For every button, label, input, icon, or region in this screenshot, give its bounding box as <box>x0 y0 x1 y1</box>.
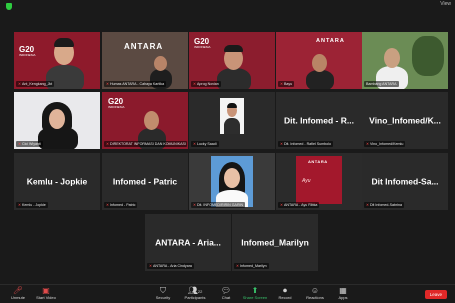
participant-display-name: Kemlu - Jopkie <box>26 176 88 186</box>
share-screen-icon: ⬆ <box>251 286 259 295</box>
reactions-button[interactable]: ☺ Reactions <box>300 286 330 300</box>
leave-button[interactable]: Leave <box>424 290 447 299</box>
unmute-button[interactable]: 🎤︎ Unmute <box>3 286 33 300</box>
apps-grid-icon: ▦ <box>339 286 347 295</box>
g20-logo: G20 INDONESIA <box>108 97 125 109</box>
video-off-icon: ▣ <box>42 286 50 295</box>
gallery-grid: G20 INDONESIA ✕Ant_Kengkang_Jkt ANTARA ✕H… <box>0 0 455 303</box>
participant-display-name: Infomed - Patric <box>112 176 178 186</box>
microphone-muted-icon: 🎤︎ <box>12 286 24 295</box>
participant-name: ✕Lucky Saadi <box>191 141 219 147</box>
participant-name: ✕Cici Wiyanti <box>16 141 43 147</box>
record-icon: ⏺ <box>283 286 287 295</box>
zoom-meeting-window: View G20 INDONESIA ✕Ant_Kengkang_Jkt ANTA… <box>0 0 455 303</box>
participant-name: ✕Dit. INFOMED/RIRIN GARIN <box>191 202 246 208</box>
participant-tile[interactable]: Dit. Infomed - R... ✕Dit. Infomed - Rafi… <box>276 92 362 149</box>
participant-tile[interactable]: ANTARA ✕Bayu <box>276 32 362 89</box>
participant-name: ✕DIREKTORAT INFORMASI DAN KOMUNIKASI <box>104 141 188 147</box>
participant-name: ✕ANTARA - Aria Cindyara <box>147 263 194 269</box>
participant-tile[interactable]: ✕Dit. INFOMED/RIRIN GARIN <box>189 153 275 210</box>
participant-name: ✕Kemlu - Jopkie <box>16 202 48 208</box>
participant-tile[interactable]: ✕Lucky Saadi <box>189 92 275 149</box>
participant-tile[interactable]: Infomed_Marilyn ✕Infomed_Marilyn <box>232 214 318 271</box>
participant-tile[interactable]: ANTARA - Aria... ✕ANTARA - Aria Cindyara <box>145 214 231 271</box>
chat-icon: 💬︎ <box>220 286 232 295</box>
participant-name: ✕Dit Infomed-Sabrina <box>364 202 404 208</box>
participant-name: Bambang ANTARA <box>364 81 399 87</box>
antara-logo: ANTARA <box>124 42 164 51</box>
participant-tile[interactable]: G20 INDONESIA ✕DIREKTORAT INFORMASI DAN K… <box>102 92 188 149</box>
smiley-icon: ☺ <box>310 286 320 295</box>
chat-button[interactable]: 💬︎ Chat <box>211 286 241 300</box>
participant-tile[interactable]: Infomed - Patric ✕Infomed - Patric <box>102 153 188 210</box>
g20-logo: G20 INDONESIA <box>194 37 211 49</box>
participant-name: ✕Dit. Infomed - Rafiel Sumbolo <box>278 141 333 147</box>
security-button[interactable]: ⛉ Security <box>148 286 178 300</box>
participants-button[interactable]: 👥︎22 Participants <box>180 286 210 300</box>
participants-count: 22 <box>197 289 203 294</box>
participant-name: ✕Infomed - Patric <box>104 202 138 208</box>
record-button[interactable]: ⏺ Record <box>270 286 300 300</box>
participant-photo <box>211 156 253 207</box>
participant-tile[interactable]: ANTARA ✕Humas ANTARA - Cahaya Kartika <box>102 32 188 89</box>
participant-name: ✕Bayu <box>278 81 295 87</box>
participant-photo: ANTARA Ayu <box>296 156 342 204</box>
participant-tile[interactable]: Vino_Infomed/K... ✕Vino_Infomed/Kemlu <box>362 92 448 149</box>
apps-button[interactable]: ▦ Apps <box>328 286 358 300</box>
participant-tile[interactable]: ANTARA Ayu ✕ANTARA - Ayu Ribka <box>276 153 362 210</box>
participant-display-name: Vino_Infomed/K... <box>369 115 441 125</box>
participant-name: ✕Ant_Kengkang_Jkt <box>16 81 55 87</box>
shield-icon: ⛉ <box>160 286 166 295</box>
participant-tile[interactable]: Kemlu - Jopkie ✕Kemlu - Jopkie <box>14 153 100 210</box>
participant-display-name: Dit. Infomed - R... <box>284 115 354 125</box>
participant-name: ✕Infomed_Marilyn <box>234 263 269 269</box>
participant-tile[interactable]: G20 INDONESIA ✕Ant_Kengkang_Jkt <box>14 32 100 89</box>
participant-display-name: ANTARA - Aria... <box>155 237 221 247</box>
start-video-button[interactable]: ▣ Start Video <box>31 286 61 300</box>
antara-logo: ANTARA <box>316 38 345 44</box>
participant-name: ✕Aprog Novian <box>191 81 221 87</box>
participant-name: ✕ANTARA - Ayu Ribka <box>278 202 320 208</box>
meeting-toolbar: 🎤︎ Unmute ▣ Start Video ⛉ Security 👥︎22 … <box>0 284 455 303</box>
participant-display-name: Infomed_Marilyn <box>241 237 309 247</box>
participant-display-name: Dit Infomed-Sa... <box>371 176 439 186</box>
participants-icon: 👥︎22 <box>187 286 203 295</box>
participant-name: ✕Humas ANTARA - Cahaya Kartika <box>104 81 167 87</box>
participant-tile[interactable]: ✕Cici Wiyanti <box>14 92 100 149</box>
participant-name: ✕Vino_Infomed/Kemlu <box>364 141 406 147</box>
g20-logo: G20 INDONESIA <box>19 45 36 57</box>
participant-tile[interactable]: Dit Infomed-Sa... ✕Dit Infomed-Sabrina <box>362 153 448 210</box>
share-screen-button[interactable]: ⬆ Share Screen <box>240 286 270 300</box>
participant-tile[interactable]: G20 INDONESIA ✕Aprog Novian <box>189 32 275 89</box>
participant-photo <box>220 98 244 134</box>
participant-tile-active-speaker[interactable]: Bambang ANTARA <box>362 32 448 89</box>
